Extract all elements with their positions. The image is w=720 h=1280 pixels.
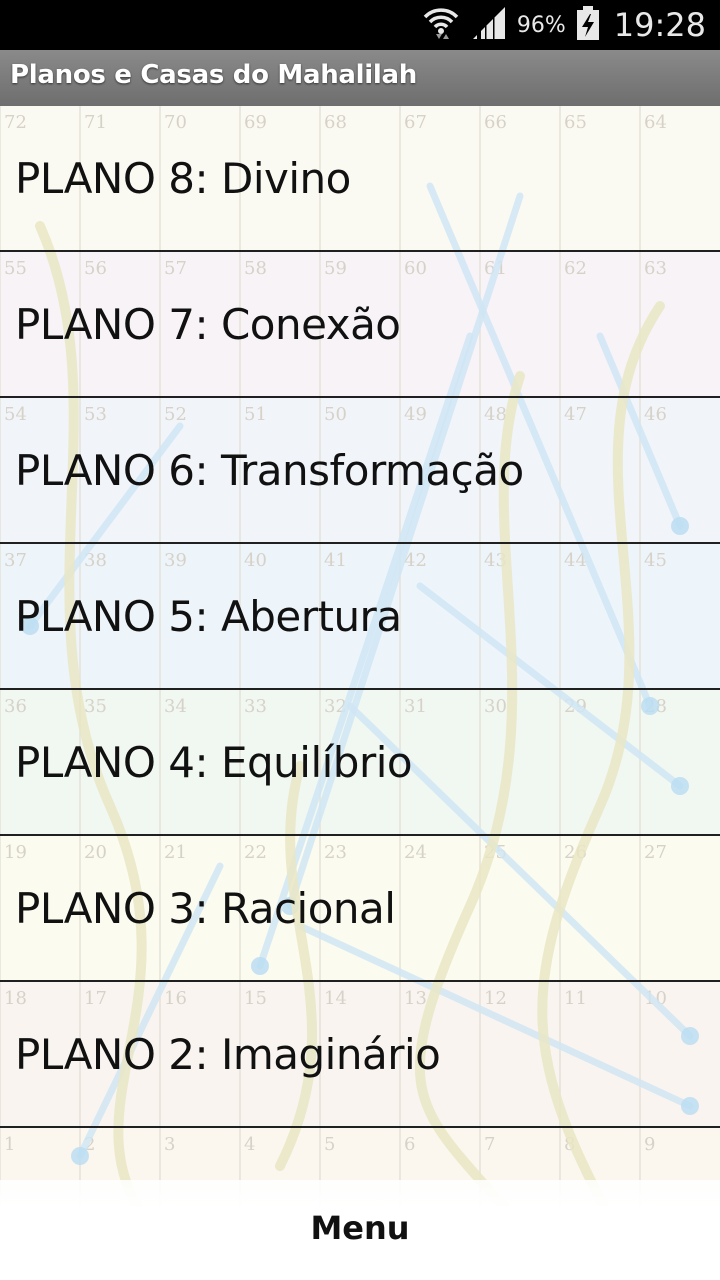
wifi-icon	[421, 3, 461, 47]
plan-item[interactable]: PLANO 2: Imaginário	[0, 982, 720, 1128]
board-number: 6	[404, 1134, 415, 1155]
battery-percent: 96%	[516, 12, 566, 38]
board-number: 3	[164, 1134, 175, 1155]
plan-list: PLANO 8: Divino PLANO 7: Conexão PLANO 6: …	[0, 106, 720, 1128]
clock: 19:28	[613, 6, 706, 44]
status-bar: 96% 19:28	[0, 0, 720, 50]
plan-item-label: PLANO 3: Racional	[15, 883, 396, 933]
status-icons: 96% 19:28	[421, 0, 706, 50]
signal-icon	[471, 5, 507, 45]
plan-item[interactable]: PLANO 6: Transformação	[0, 398, 720, 544]
board-number: 9	[644, 1134, 655, 1155]
plan-item[interactable]: PLANO 8: Divino	[0, 106, 720, 252]
plan-item-label: PLANO 8: Divino	[15, 153, 351, 203]
battery-charging-icon	[576, 5, 600, 45]
plan-item[interactable]: PLANO 3: Racional	[0, 836, 720, 982]
plan-item-label: PLANO 6: Transformação	[15, 445, 524, 495]
content-area[interactable]: 7271706968676665645556575859606162635453…	[0, 106, 720, 1280]
plan-item-label: PLANO 7: Conexão	[15, 299, 401, 349]
board-number: 4	[244, 1134, 255, 1155]
plan-item-label: PLANO 5: Abertura	[15, 591, 402, 641]
menu-bar: Menu	[0, 1180, 720, 1280]
plan-item[interactable]: PLANO 4: Equilíbrio	[0, 690, 720, 836]
app-title: Planos e Casas do Mahalilah	[10, 60, 417, 90]
board-number: 1	[4, 1134, 15, 1155]
plan-item-label: PLANO 4: Equilíbrio	[15, 737, 413, 787]
board-number: 7	[484, 1134, 495, 1155]
app-title-bar: Planos e Casas do Mahalilah	[0, 50, 720, 106]
menu-button[interactable]: Menu	[0, 1180, 720, 1276]
plan-item-label: PLANO 2: Imaginário	[15, 1029, 441, 1079]
plan-item[interactable]: PLANO 5: Abertura	[0, 544, 720, 690]
board-number: 5	[324, 1134, 335, 1155]
plan-item[interactable]: PLANO 7: Conexão	[0, 252, 720, 398]
